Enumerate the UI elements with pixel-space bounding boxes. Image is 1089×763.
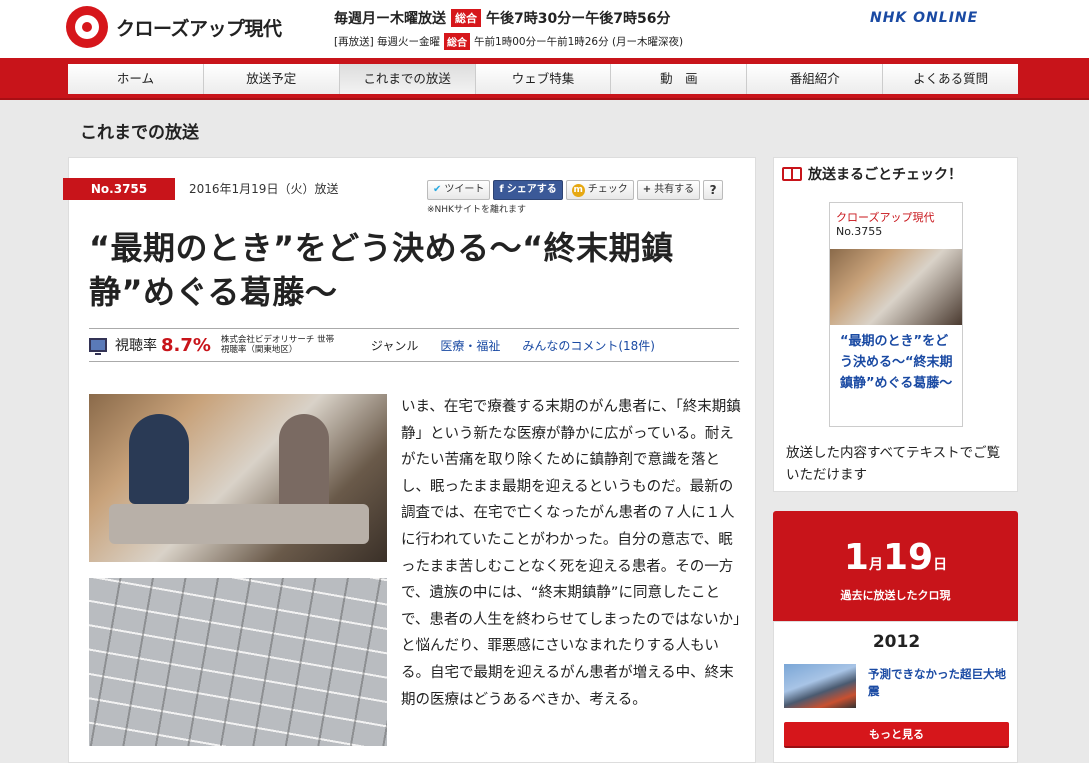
lifebuoy-logo-icon — [66, 6, 108, 48]
genre-link[interactable]: 医療・福祉 — [440, 337, 500, 354]
article-meta: 視聴率 8.7% 株式会社ビデオリサーチ 世帯視聴率（関東地区） ジャンル 医療… — [89, 328, 739, 362]
rerun-days: [再放送] 毎週火ー金曜 — [334, 36, 441, 48]
mixi-label: チェック — [587, 184, 628, 195]
logo-text: クローズアップ現代 — [116, 17, 282, 40]
comments-link[interactable]: みんなのコメント(18件) — [522, 337, 655, 354]
schedule-days: 毎週月ー木曜放送 — [334, 11, 446, 27]
rating-label: 視聴率 — [115, 338, 157, 354]
article-panel: No.3755 2016年1月19日（火）放送 ✔ ツイート f シェアする m… — [63, 157, 756, 763]
facebook-share-button[interactable]: f シェアする — [493, 180, 563, 200]
nav-web-features[interactable]: ウェブ特集 — [475, 64, 612, 94]
nav-past-broadcasts[interactable]: これまでの放送 — [339, 64, 476, 94]
check-heading: 放送まるごとチェック！ — [782, 164, 962, 184]
nav-faq[interactable]: よくある質問 — [883, 64, 1019, 94]
more-button[interactable]: もっと見る — [784, 722, 1009, 748]
card-thumbnail — [830, 249, 962, 325]
mixi-check-button[interactable]: m チェック — [565, 180, 634, 200]
tweet-label: ツイート — [444, 184, 485, 195]
share-buttons: ✔ ツイート f シェアする m チェック + 共有する ? — [427, 180, 724, 200]
google-plus-share-button[interactable]: + 共有する — [636, 180, 701, 200]
rating-value: 8.7% — [161, 334, 211, 356]
main-nav: ホーム 放送予定 これまでの放送 ウェブ特集 動 画 番組紹介 よくある質問 — [0, 58, 1089, 100]
article-title: “最期のとき”をどう決める～“終末期鎮静”めぐる葛藤～ — [89, 229, 674, 311]
channel-badge: 総合 — [451, 9, 481, 27]
rating-source: 株式会社ビデオリサーチ 世帯視聴率（関東地区） — [220, 335, 335, 355]
rerun-time: 午前1時00分ー午前1時26分 (月ー木曜深夜) — [474, 36, 684, 48]
twitter-icon: ✔ — [433, 184, 442, 195]
nav-home[interactable]: ホーム — [68, 64, 204, 94]
past-item: 2012 予測できなかった超巨大地震 もっと見る — [773, 621, 1018, 763]
card-title-link[interactable]: “最期のとき”をどう決める～“終末期鎮静”めぐる葛藤～ — [840, 331, 958, 394]
facebook-label: シェアする — [506, 184, 557, 195]
full-text-check-box: 放送まるごとチェック！ クローズアップ現代 No.3755 “最期のとき”をどう… — [773, 157, 1018, 492]
transcript-card[interactable]: クローズアップ現代 No.3755 “最期のとき”をどう決める～“終末期鎮静”め… — [829, 202, 963, 427]
past-subtitle: 過去に放送したクロ現 — [840, 589, 951, 602]
nav-schedule[interactable]: 放送予定 — [203, 64, 340, 94]
help-button[interactable]: ? — [703, 180, 724, 200]
nav-program-info[interactable]: 番組紹介 — [747, 64, 884, 94]
rerun-channel-badge: 総合 — [444, 33, 471, 50]
past-broadcast-box: 1月19日 過去に放送したクロ現 2012 予測できなかった超巨大地震 もっと見… — [773, 511, 1018, 763]
tweet-button[interactable]: ✔ ツイート — [427, 180, 491, 200]
nhk-online-logo[interactable]: NHK ONLINE — [870, 10, 978, 26]
episode-number-badge: No.3755 — [63, 178, 175, 200]
page-title: これまでの放送 — [80, 123, 199, 143]
doctor-patient-photo — [89, 394, 387, 562]
broadcast-date: 2016年1月19日（火）放送 — [189, 182, 339, 196]
article-body: いま、在宅で療養する末期のがん患者に、「終末期鎮静」という新たな医療が静かに広が… — [401, 399, 741, 708]
site-header: クローズアップ現代 毎週月ー木曜放送 総合 午後7時30分ー午後7時56分 [再… — [0, 0, 1089, 58]
site-logo[interactable]: クローズアップ現代 — [66, 6, 282, 48]
check-title: 放送まるごとチェック！ — [808, 167, 962, 183]
facebook-icon: f — [499, 184, 504, 195]
tv-icon — [89, 338, 107, 355]
past-date: 1月19日 — [843, 537, 948, 578]
broadcast-schedule: 毎週月ー木曜放送 総合 午後7時30分ー午後7時56分 [再放送] 毎週火ー金曜… — [334, 8, 683, 50]
plus-label: 共有する — [654, 184, 695, 195]
nav-videos[interactable]: 動 画 — [611, 64, 748, 94]
schedule-time: 午後7時30分ー午後7時56分 — [486, 11, 671, 27]
card-program: クローズアップ現代 — [836, 211, 935, 224]
past-thumbnail[interactable] — [784, 664, 856, 708]
card-number: No.3755 — [836, 225, 883, 238]
book-icon — [782, 167, 802, 181]
documents-photo — [89, 578, 387, 746]
past-year: 2012 — [872, 632, 921, 652]
check-description: 放送した内容すべてテキストでご覧いただけます — [786, 445, 1001, 483]
share-note: ※NHKサイトを離れます — [427, 205, 526, 215]
mixi-icon: m — [571, 183, 585, 197]
past-episode-link[interactable]: 予測できなかった超巨大地震 — [868, 666, 1013, 700]
genre-label: ジャンル — [370, 338, 419, 353]
plus-icon: + — [642, 184, 652, 195]
